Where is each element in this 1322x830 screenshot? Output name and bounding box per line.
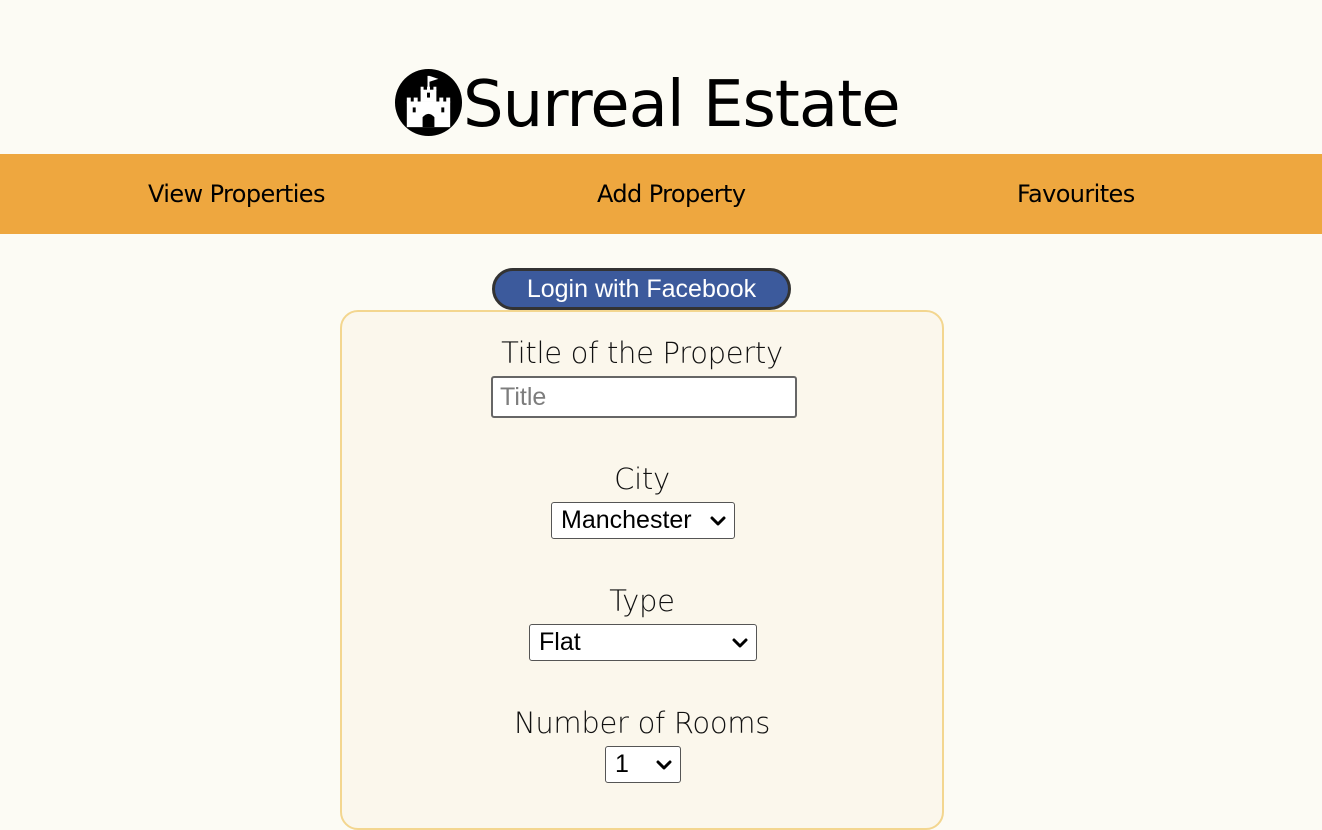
brand[interactable]: Surreal Estate (394, 67, 901, 142)
nav-favourites[interactable]: Favourites (1017, 180, 1135, 208)
chevron-down-icon (732, 638, 748, 648)
title-input[interactable] (491, 376, 797, 418)
rooms-select-value: 1 (615, 750, 629, 778)
type-select-value: Flat (539, 628, 581, 656)
castle-icon (394, 68, 463, 137)
facebook-login-button[interactable]: Login with Facebook (492, 268, 791, 310)
chevron-down-icon (656, 760, 672, 770)
site-title: Surreal Estate (463, 67, 901, 142)
city-select-value: Manchester (561, 506, 692, 534)
type-label: Type (609, 584, 675, 618)
main-nav: View Properties Add Property Favourites (0, 154, 1322, 234)
site-header: Surreal Estate (0, 0, 1322, 154)
type-select[interactable]: Flat (529, 624, 757, 661)
city-label: City (614, 462, 670, 496)
chevron-down-icon (710, 516, 726, 526)
city-select[interactable]: Manchester (551, 502, 735, 539)
nav-view-properties[interactable]: View Properties (148, 180, 325, 208)
nav-add-property[interactable]: Add Property (597, 180, 746, 208)
add-property-form: Title of the Property City Manchester Ty… (340, 310, 944, 830)
title-label: Title of the Property (501, 336, 783, 370)
rooms-label: Number of Rooms (513, 706, 771, 740)
rooms-select[interactable]: 1 (605, 746, 681, 783)
